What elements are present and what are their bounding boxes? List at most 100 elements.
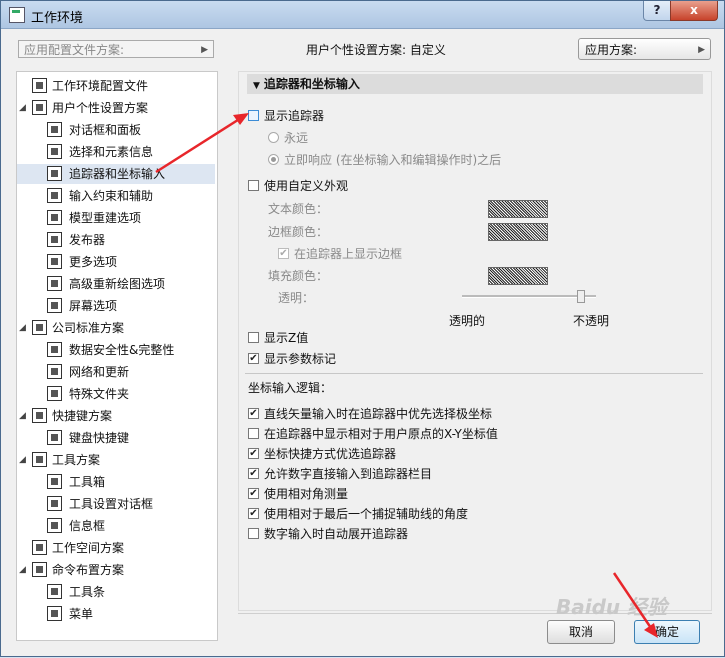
border-color-swatch[interactable] [488,223,548,241]
profile-dropdown-label: 应用配置文件方案: [24,43,125,57]
tree-item[interactable]: 工具条 [17,582,215,602]
tree-item[interactable]: 信息框 [17,516,215,536]
tree-item-icon [47,210,62,225]
tree-item-icon [47,606,62,621]
tree-item-label: 快捷键方案 [52,409,113,423]
settings-tree: 工作环境配置文件 ◢ 用户个性设置方案对话框和面板选择和元素信息 追踪器和坐标输入 输入… [16,71,218,641]
coord-option-label: 坐标快捷方式优选追踪器 [264,447,397,461]
radio-immediate-button[interactable] [268,154,279,165]
tree-item-icon [47,276,62,291]
tree-item[interactable]: ◢ 命令布置方案 [17,560,215,580]
tree-item[interactable]: 网络和更新 [17,362,215,382]
tree-item[interactable]: 选择和元素信息 [17,142,215,162]
tree-item[interactable]: 高级重新绘图选项 [17,274,215,294]
opaque-label: 不透明 [573,314,610,328]
text-color-label: 文本颜色： [268,202,329,216]
tree-item[interactable]: 模型重建选项 [17,208,215,228]
custom-appearance-checkbox[interactable] [248,180,259,191]
radio-always-button[interactable] [268,132,279,143]
tree-item[interactable]: ◢ 快捷键方案 [17,406,215,426]
tree-item-label: 更多选项 [69,255,118,269]
tree-item-icon [32,562,47,577]
coord-option-checkbox[interactable] [248,408,259,419]
expand-toggle-icon[interactable]: ◢ [19,98,29,118]
tree-item-label: 公司标准方案 [52,321,125,335]
ok-button[interactable]: 确定 [634,620,700,644]
fill-color-label: 填充颜色： [268,269,329,283]
tree-item-icon [47,342,62,357]
fill-color-swatch[interactable] [488,267,548,285]
tree-item-label: 高级重新绘图选项 [69,277,166,291]
help-button[interactable]: ? [643,1,671,21]
tree-item-icon [47,518,62,533]
tree-item-icon [32,320,47,335]
tree-item[interactable]: 更多选项 [17,252,215,272]
tree-item[interactable]: 工作空间方案 [17,538,215,558]
custom-appearance-label: 使用自定义外观 [264,179,349,193]
tree-item-icon [47,188,62,203]
section-title: 追踪器和坐标输入 [263,77,360,91]
show-tracker-checkbox[interactable] [248,110,259,121]
profile-status: 用户个性设置方案: 自定义 [306,43,446,57]
tree-item[interactable]: 输入约束和辅助 [17,186,215,206]
tree-item[interactable]: 数据安全性&完整性 [17,340,215,360]
tree-item-icon [32,408,47,423]
expand-toggle-icon[interactable]: ◢ [19,406,29,426]
transparency-slider-thumb[interactable] [577,290,585,303]
tree-item[interactable]: 菜单 [17,604,215,624]
tree-item[interactable]: 追踪器和坐标输入 [17,164,215,184]
tree-item[interactable]: ◢ 工具方案 [17,450,215,470]
coord-option-checkbox[interactable] [248,468,259,479]
tree-item-icon [47,166,62,181]
expand-toggle-icon[interactable]: ◢ [19,560,29,580]
separator [245,373,703,374]
tree-item-label: 对话框和面板 [69,123,142,137]
tree-item-label: 屏幕选项 [69,299,118,313]
tree-item-label: 发布器 [69,233,106,247]
tree-item[interactable]: 工作环境配置文件 [17,76,215,96]
tree-item-label: 工具箱 [69,475,106,489]
tree-item-icon [47,144,62,159]
watermark: Baidu 经验 [556,595,668,619]
tree-item-label: 模型重建选项 [69,211,142,225]
tree-item[interactable]: 对话框和面板 [17,120,215,140]
tree-item[interactable]: ◢ 公司标准方案 [17,318,215,338]
coord-option-checkbox[interactable] [248,488,259,499]
tree-item-label: 信息框 [69,519,106,533]
coord-option-checkbox[interactable] [248,528,259,539]
tree-item[interactable]: 工具箱 [17,472,215,492]
show-z-checkbox[interactable] [248,332,259,343]
tree-item[interactable]: 发布器 [17,230,215,250]
transparency-slider-track[interactable] [462,295,596,298]
text-color-swatch[interactable] [488,200,548,218]
apply-scheme-dropdown[interactable]: 应用方案: ▶ [578,38,711,60]
expand-toggle-icon[interactable]: ◢ [19,318,29,338]
tree-item-label: 工具设置对话框 [69,497,154,511]
tree-item-icon [47,430,62,445]
coord-option-checkbox[interactable] [248,448,259,459]
tree-item[interactable]: 特殊文件夹 [17,384,215,404]
profile-dropdown[interactable]: 应用配置文件方案: ▶ [18,40,214,58]
app-icon [9,7,25,23]
tree-item[interactable]: ◢ 用户个性设置方案 [17,98,215,118]
tree-item[interactable]: 键盘快捷键 [17,428,215,448]
tree-item[interactable]: 屏幕选项 [17,296,215,316]
expand-toggle-icon[interactable]: ◢ [19,450,29,470]
coord-option-checkbox[interactable] [248,428,259,439]
show-param-checkbox[interactable] [248,353,259,364]
show-border-checkbox[interactable] [278,248,289,259]
tree-item-icon [32,452,47,467]
section-header[interactable]: ▼ 追踪器和坐标输入 [247,74,703,94]
tree-item-icon [47,232,62,247]
tree-item-label: 网络和更新 [69,365,130,379]
show-param-label: 显示参数标记 [264,352,337,366]
collapse-triangle-icon: ▼ [253,81,260,91]
tree-item-icon [32,78,47,93]
cancel-button[interactable]: 取消 [547,620,615,644]
tree-item[interactable]: 工具设置对话框 [17,494,215,514]
profile-bar: 应用配置文件方案: ▶ 用户个性设置方案: 自定义 应用方案: ▶ [16,38,711,62]
tree-item-icon [47,496,62,511]
coord-option-checkbox[interactable] [248,508,259,519]
close-button[interactable]: x [670,1,718,21]
window-title: 工作环境 [31,11,84,26]
